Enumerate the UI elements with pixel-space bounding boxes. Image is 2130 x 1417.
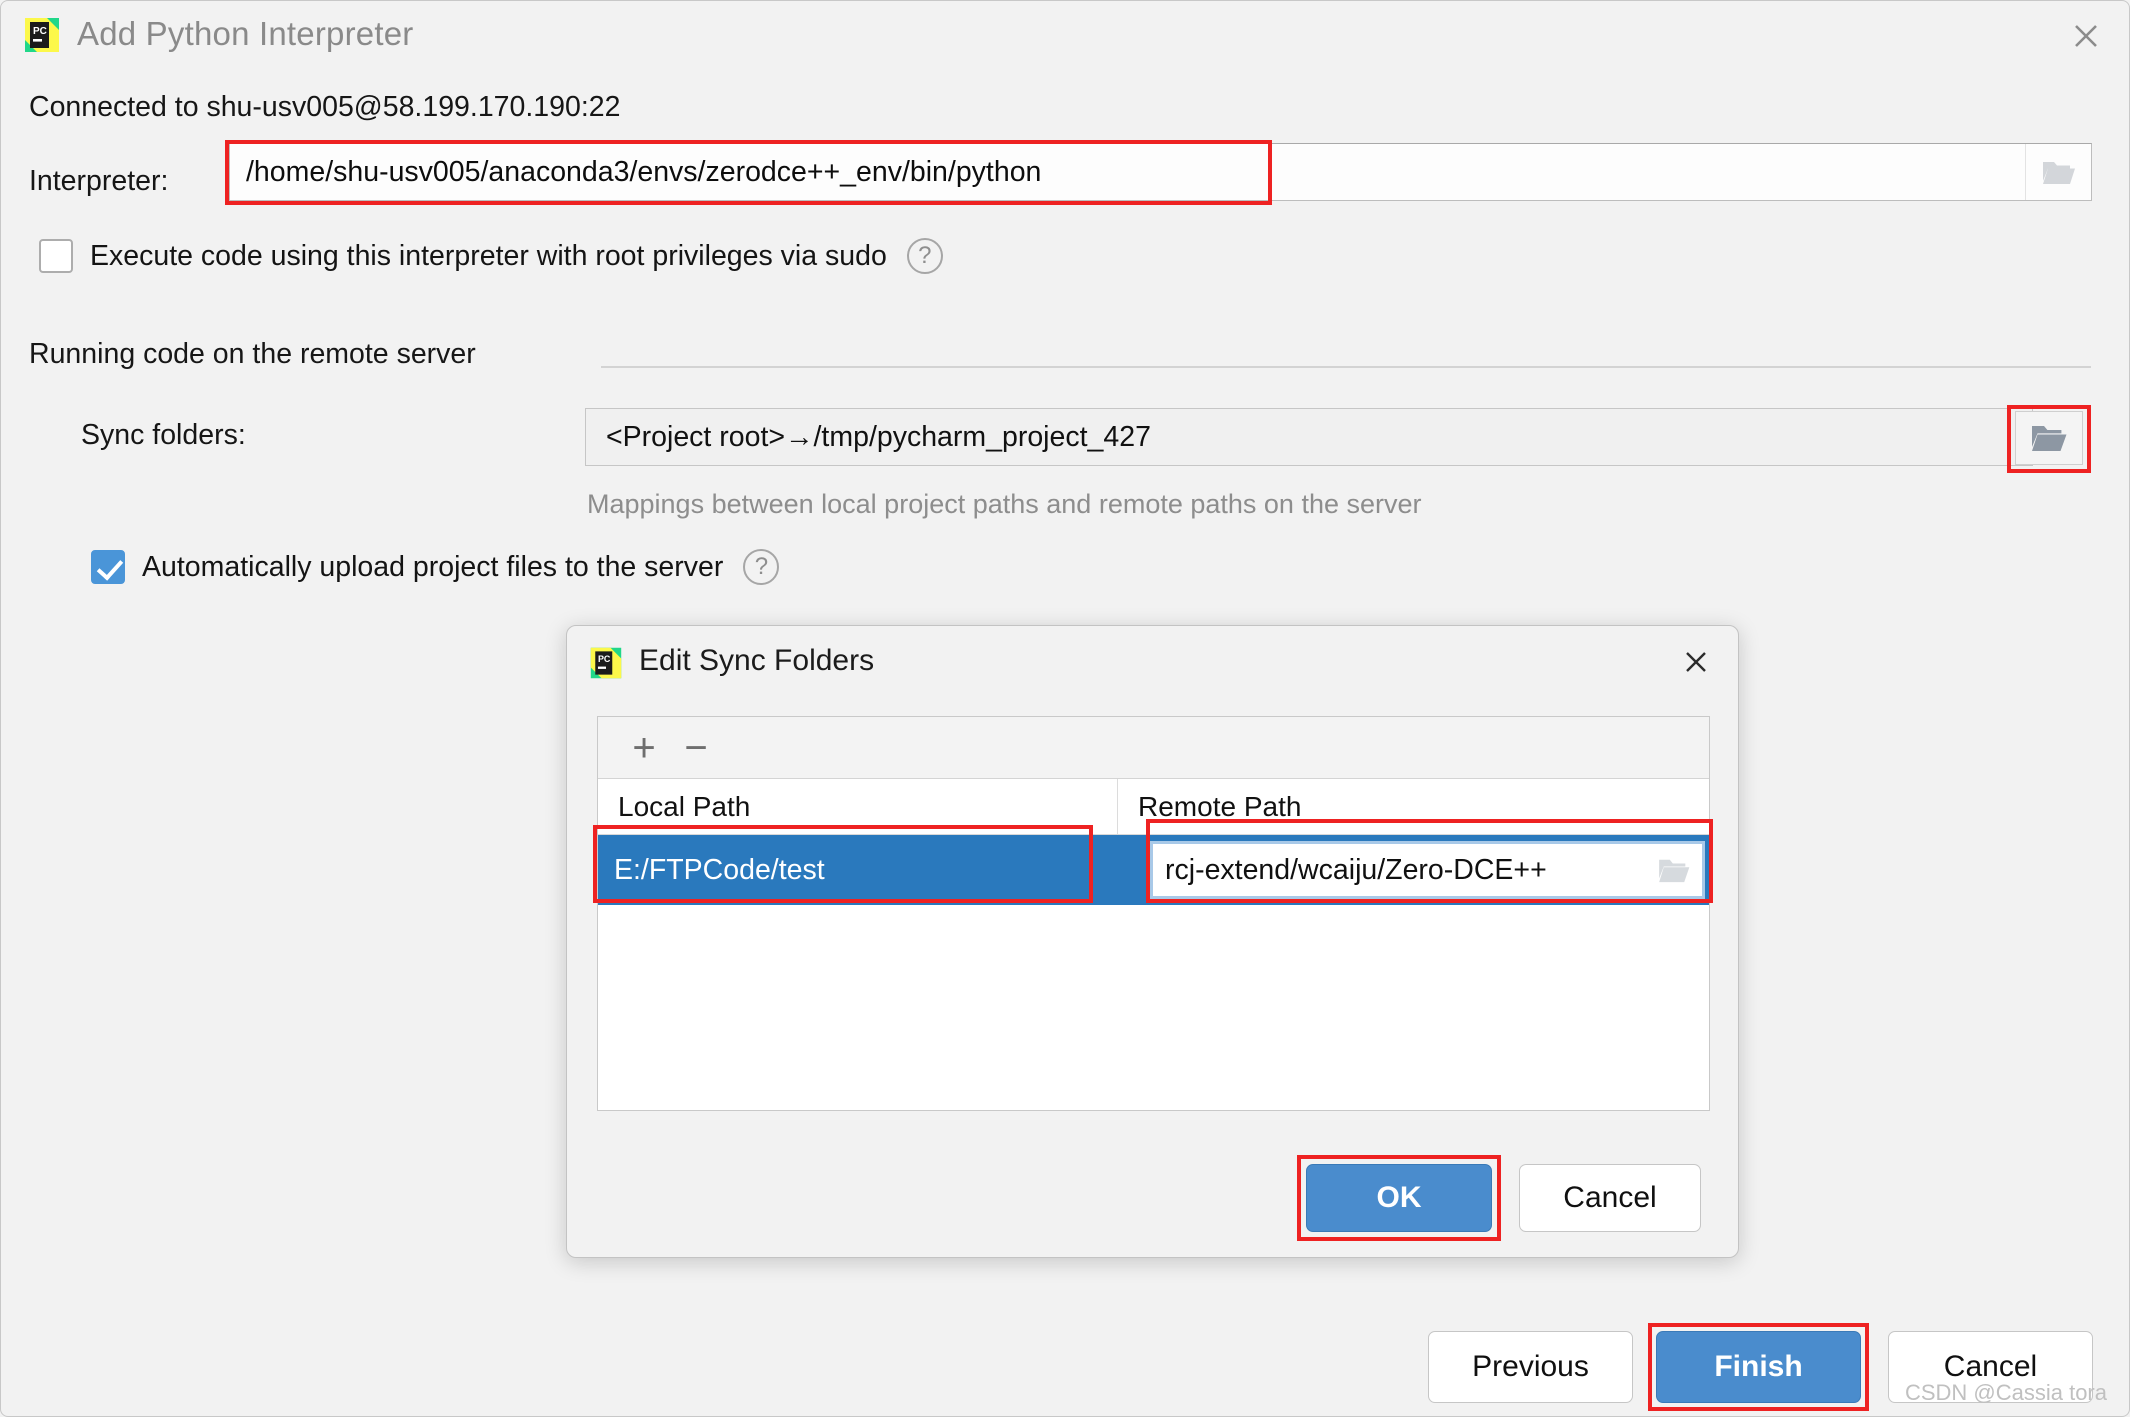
sync-folders-value: <Project root>→/tmp/pycharm_project_427 — [606, 420, 1151, 453]
inner-cancel-button[interactable]: Cancel — [1519, 1164, 1701, 1232]
add-python-interpreter-dialog: PC Add Python Interpreter Connected to s… — [0, 0, 2130, 1417]
question-mark-icon[interactable]: ? — [743, 549, 780, 585]
mappings-hint-text: Mappings between local project paths and… — [587, 489, 1422, 519]
table-toolbar: + − — [598, 717, 1709, 779]
connection-status-text: Connected to shu-usv005@58.199.170.190:2… — [29, 91, 621, 123]
table-row[interactable]: E:/FTPCode/test rcj-extend/wcaiju/Zero-D… — [598, 835, 1709, 905]
cell-remote-path[interactable]: rcj-extend/wcaiju/Zero-DCE++ — [1146, 835, 1709, 905]
sync-folders-label: Sync folders: — [81, 419, 246, 451]
sync-folders-browse-button[interactable] — [2015, 411, 2083, 465]
cell-divider — [1118, 835, 1146, 905]
sudo-checkbox[interactable] — [39, 239, 73, 273]
watermark-text: CSDN @Cassia tora — [1904, 1380, 2107, 1405]
inner-dialog-title: Edit Sync Folders — [639, 644, 875, 677]
interpreter-value: /home/shu-usv005/anaconda3/envs/zerodce+… — [246, 155, 1042, 188]
folder-icon[interactable] — [2025, 144, 2091, 200]
sudo-checkbox-row[interactable]: Execute code using this interpreter with… — [39, 238, 943, 274]
interpreter-label: Interpreter: — [29, 165, 169, 197]
previous-button[interactable]: Previous — [1428, 1331, 1633, 1403]
section-divider — [601, 366, 2091, 368]
ok-button[interactable]: OK — [1306, 1164, 1492, 1232]
interpreter-field[interactable]: /home/shu-usv005/anaconda3/envs/zerodce+… — [229, 143, 2092, 201]
folder-icon[interactable] — [1646, 844, 1702, 896]
remote-server-section-title: Running code on the remote server — [29, 338, 476, 370]
svg-text:PC: PC — [598, 654, 611, 664]
remote-path-editor[interactable]: rcj-extend/wcaiju/Zero-DCE++ — [1150, 841, 1705, 899]
remove-row-button[interactable]: − — [670, 725, 722, 771]
page-title: Add Python Interpreter — [77, 15, 414, 52]
sudo-checkbox-label: Execute code using this interpreter with… — [90, 239, 887, 272]
close-icon[interactable] — [1674, 642, 1718, 682]
column-header-local-path[interactable]: Local Path — [598, 779, 1118, 834]
column-header-remote-path[interactable]: Remote Path — [1118, 779, 1709, 834]
table-header-row: Local Path Remote Path — [598, 779, 1709, 835]
remote-path-value: rcj-extend/wcaiju/Zero-DCE++ — [1165, 853, 1547, 886]
outer-dialog-titlebar: PC Add Python Interpreter — [1, 1, 2129, 73]
question-mark-icon[interactable]: ? — [906, 238, 943, 274]
pycharm-logo-icon: PC — [589, 646, 623, 680]
finish-button[interactable]: Finish — [1656, 1331, 1861, 1403]
auto-upload-checkbox[interactable] — [91, 550, 125, 584]
sync-folders-field[interactable]: <Project root>→/tmp/pycharm_project_427 — [585, 408, 2033, 466]
auto-upload-checkbox-label: Automatically upload project files to th… — [142, 550, 724, 583]
cell-local-path[interactable]: E:/FTPCode/test — [598, 835, 1118, 905]
close-icon[interactable] — [2061, 13, 2111, 59]
sync-folders-table-panel: + − Local Path Remote Path E:/FTPCode/te… — [597, 716, 1710, 1111]
add-row-button[interactable]: + — [618, 725, 670, 771]
svg-text:PC: PC — [33, 26, 47, 37]
pycharm-logo-icon: PC — [23, 16, 61, 54]
auto-upload-checkbox-row[interactable]: Automatically upload project files to th… — [91, 549, 780, 585]
